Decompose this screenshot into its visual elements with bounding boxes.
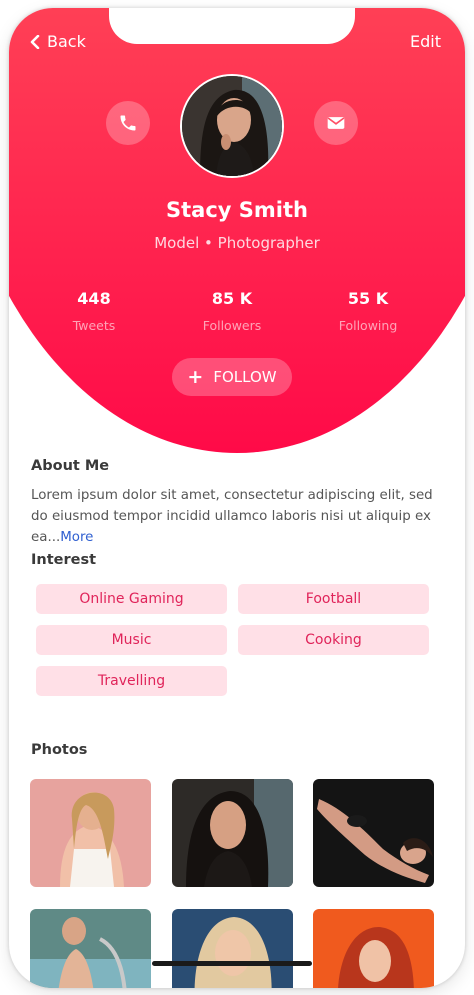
call-button[interactable] xyxy=(106,101,150,145)
more-link[interactable]: More xyxy=(60,530,93,545)
mail-icon xyxy=(327,117,345,129)
stat-following[interactable]: 55 K Following xyxy=(308,289,428,333)
photo-thumbnail[interactable] xyxy=(30,909,151,988)
about-title: About Me xyxy=(31,458,110,474)
photo-thumbnail[interactable] xyxy=(313,909,434,988)
profile-name: Stacy Smith xyxy=(166,198,308,222)
stat-value: 85 K xyxy=(211,289,253,308)
stat-tweets[interactable]: 448 Tweets xyxy=(34,289,154,333)
stat-value: 448 xyxy=(77,289,111,308)
profile-avatar xyxy=(180,74,284,178)
interest-chip-travelling[interactable]: Travelling xyxy=(36,666,227,696)
device-notch xyxy=(109,8,355,44)
interest-chip-football[interactable]: Football xyxy=(238,584,429,614)
stat-label: Followers xyxy=(202,318,262,333)
interest-chip-online-gaming[interactable]: Online Gaming xyxy=(36,584,227,614)
stat-label: Tweets xyxy=(72,318,116,333)
phone-screen: Back Edit Stacy Smith Model • Photograph… xyxy=(9,8,465,988)
chevron-left-icon xyxy=(30,34,40,49)
back-button[interactable]: Back xyxy=(29,32,86,51)
stat-label: Following xyxy=(338,318,398,333)
plus-icon: + xyxy=(187,366,204,388)
photo-thumbnail[interactable] xyxy=(313,779,434,887)
about-text: Lorem ipsum dolor sit amet, consectetur … xyxy=(31,485,441,548)
photos-title: Photos xyxy=(31,742,88,758)
back-label: Back xyxy=(47,32,86,51)
interest-chip-cooking[interactable]: Cooking xyxy=(238,625,429,655)
email-button[interactable] xyxy=(314,101,358,145)
follow-button[interactable]: + FOLLOW xyxy=(172,358,292,396)
stat-value: 55 K xyxy=(347,289,389,308)
photo-thumbnail[interactable] xyxy=(172,779,293,887)
edit-button[interactable]: Edit xyxy=(410,32,441,51)
home-indicator xyxy=(152,961,312,966)
stat-followers[interactable]: 85 K Followers xyxy=(172,289,292,333)
profile-role: Model • Photographer xyxy=(154,234,320,252)
phone-icon xyxy=(120,115,136,131)
follow-label: FOLLOW xyxy=(213,368,277,386)
photo-thumbnail[interactable] xyxy=(30,779,151,887)
photo-thumbnail[interactable] xyxy=(172,909,293,988)
interest-chip-music[interactable]: Music xyxy=(36,625,227,655)
interest-title: Interest xyxy=(31,552,97,568)
